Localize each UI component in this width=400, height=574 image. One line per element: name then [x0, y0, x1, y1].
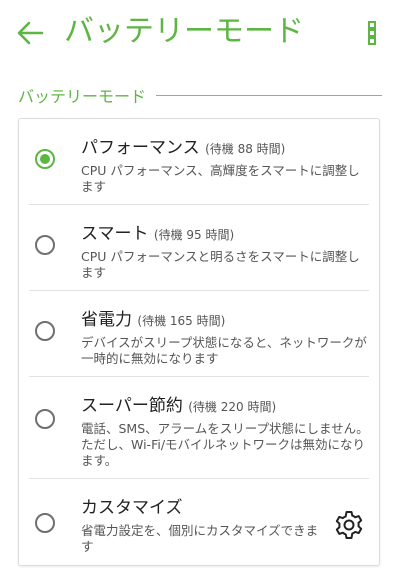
option-title-text: カスタマイズ [81, 498, 183, 518]
radio-customize[interactable] [35, 513, 55, 533]
option-title: スマート (待機 95 時間) [81, 219, 234, 244]
battery-mode-list: パフォーマンス (待機 88 時間) CPU パフォーマンス、高輝度をスマートに… [18, 118, 380, 566]
option-title-text: スーパー節約 [81, 396, 183, 416]
arrow-left-icon [17, 21, 44, 45]
option-title: スーパー節約 (待機 220 時間) [81, 391, 276, 416]
customize-settings-button[interactable] [333, 509, 365, 541]
option-title-text: スマート [81, 224, 149, 244]
option-title-text: パフォーマンス [81, 138, 200, 158]
option-title: 省電力 (待機 165 時間) [81, 305, 225, 330]
more-options-button[interactable] [360, 16, 384, 50]
option-standby: (待機 95 時間) [153, 228, 235, 242]
option-description: 電話、SMS、アラームをスリープ状態にしません。ただし、Wi-Fi/モバイルネッ… [81, 421, 369, 468]
option-power-saving[interactable]: 省電力 (待機 165 時間) デバイスがスリープ状態になると、ネットワークが一… [19, 291, 379, 377]
option-super-saving[interactable]: スーパー節約 (待機 220 時間) 電話、SMS、アラームをスリープ状態にしま… [19, 377, 379, 479]
back-button[interactable] [14, 16, 48, 50]
app-bar: バッテリーモード [0, 0, 400, 66]
option-title: カスタマイズ [81, 493, 183, 518]
option-performance[interactable]: パフォーマンス (待機 88 時間) CPU パフォーマンス、高輝度をスマートに… [19, 119, 379, 205]
gear-icon [335, 511, 363, 539]
radio-super-saving[interactable] [35, 409, 55, 429]
option-description: 省電力設定を、個別にカスタマイズできます [81, 523, 319, 554]
option-description: CPU パフォーマンス、高輝度をスマートに調整します [81, 163, 360, 194]
option-standby: (待機 220 時間) [188, 400, 277, 414]
radio-performance[interactable] [35, 149, 55, 169]
option-title-text: 省電力 [81, 310, 132, 330]
option-title: パフォーマンス (待機 88 時間) [81, 133, 285, 158]
radio-smart[interactable] [35, 235, 55, 255]
section-divider [156, 94, 382, 96]
more-vertical-icon [368, 21, 376, 45]
option-smart[interactable]: スマート (待機 95 時間) CPU パフォーマンスと明るさをスマートに調整し… [19, 205, 379, 291]
section-title: バッテリーモード [18, 87, 147, 106]
option-standby: (待機 165 時間) [137, 314, 226, 328]
option-standby: (待機 88 時間) [205, 142, 286, 156]
option-description: CPU パフォーマンスと明るさをスマートに調整します [81, 249, 360, 280]
option-description: デバイスがスリープ状態になると、ネットワークが一時的に無効になります [81, 335, 367, 366]
radio-power-saving[interactable] [35, 321, 55, 341]
page-title: バッテリーモード [64, 14, 304, 49]
section-header: バッテリーモード [18, 82, 382, 108]
option-customize[interactable]: カスタマイズ 省電力設定を、個別にカスタマイズできます [19, 479, 379, 565]
